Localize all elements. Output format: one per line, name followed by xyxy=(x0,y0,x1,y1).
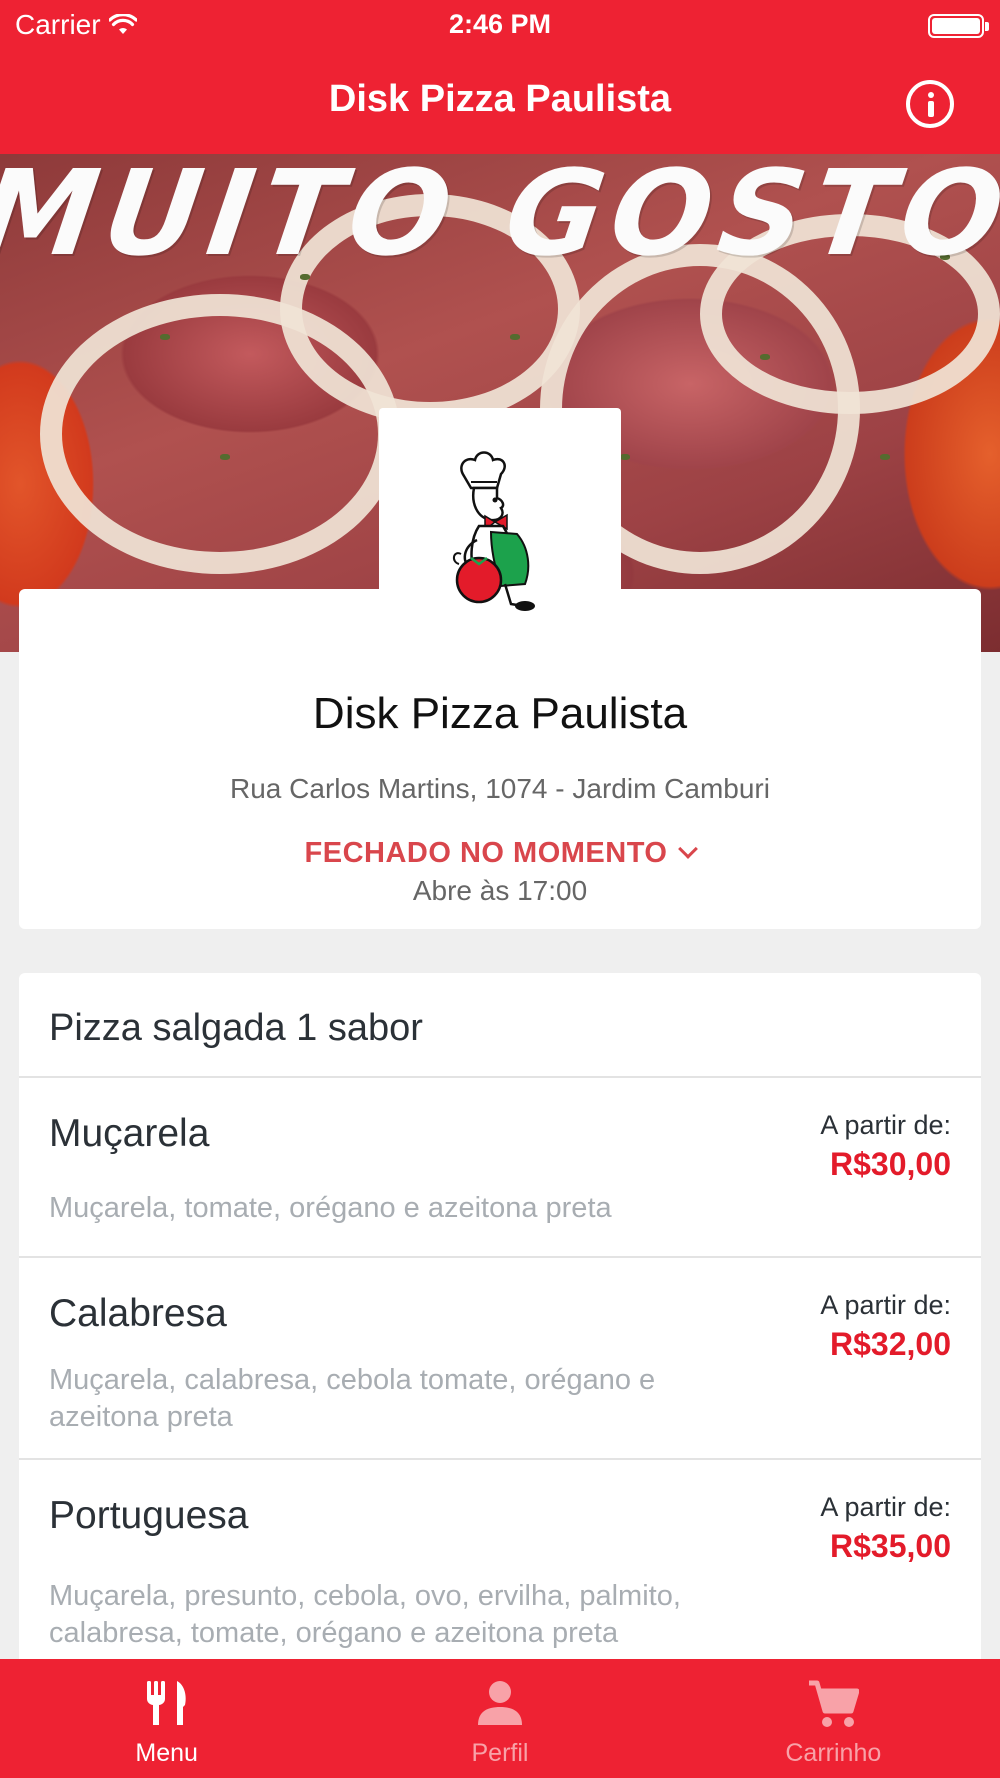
menu-section-title: Pizza salgada 1 sabor xyxy=(19,973,981,1078)
restaurant-name: Disk Pizza Paulista xyxy=(312,689,688,738)
tab-menu[interactable]: Menu xyxy=(0,1659,333,1778)
menu-item-description: Muçarela, calabresa, cebola tomate, orég… xyxy=(49,1364,656,1433)
menu-item-mucarela[interactable]: Muçarela Muçarela, tomate, orégano e aze… xyxy=(19,1078,981,1258)
navigation-bar: Disk Pizza Paulista xyxy=(0,50,1000,154)
restaurant-address: Rua Carlos Martins, 1074 - Jardim Cambur… xyxy=(230,773,770,804)
chevron-down-icon xyxy=(678,839,699,859)
fork-knife-icon xyxy=(146,1681,186,1725)
menu-item-calabresa[interactable]: Calabresa Muçarela, calabresa, cebola to… xyxy=(19,1258,981,1460)
tab-bar: Menu Perfil Carrinho xyxy=(0,1659,1000,1778)
price-label: A partir de: xyxy=(820,1110,951,1140)
menu-item-name: Portuguesa xyxy=(49,1494,249,1537)
person-icon xyxy=(477,1681,522,1725)
tab-label: Menu xyxy=(135,1739,198,1767)
restaurant-logo xyxy=(379,408,621,650)
menu-item-name: Muçarela xyxy=(49,1112,210,1155)
tab-label: Perfil xyxy=(471,1739,529,1767)
tab-carrinho[interactable]: Carrinho xyxy=(667,1659,1000,1778)
clock: 2:46 PM xyxy=(448,9,552,39)
menu-item-price: R$32,00 xyxy=(830,1326,951,1362)
menu-item-name: Calabresa xyxy=(49,1292,227,1335)
price-label: A partir de: xyxy=(820,1290,951,1320)
nav-title: Disk Pizza Paulista xyxy=(328,78,672,120)
battery-icon xyxy=(928,14,989,38)
menu-section: Pizza salgada 1 sabor Muçarela Muçarela,… xyxy=(19,973,981,1693)
status-bar: Carrier 2:46 PM xyxy=(0,0,1000,50)
price-label: A partir de: xyxy=(820,1492,951,1522)
chef-logo-icon xyxy=(453,451,535,611)
opening-time: Abre às 17:00 xyxy=(412,875,588,906)
hero-headline: MUITO GOSTOSO M xyxy=(0,154,1000,282)
tab-label: Carrinho xyxy=(785,1739,882,1767)
opening-status: FECHADO NO MOMENTO xyxy=(304,837,668,869)
menu-item-description: Muçarela, presunto, cebola, ovo, ervilha… xyxy=(49,1580,681,1649)
opening-status-toggle[interactable]: FECHADO NO MOMENTO xyxy=(19,837,981,870)
cart-icon xyxy=(809,1680,860,1727)
menu-item-price: R$30,00 xyxy=(830,1146,951,1182)
info-icon[interactable] xyxy=(906,80,954,128)
tab-perfil[interactable]: Perfil xyxy=(333,1659,666,1778)
menu-item-price: R$35,00 xyxy=(830,1528,951,1564)
menu-item-description: Muçarela, tomate, orégano e azeitona pre… xyxy=(49,1192,612,1224)
